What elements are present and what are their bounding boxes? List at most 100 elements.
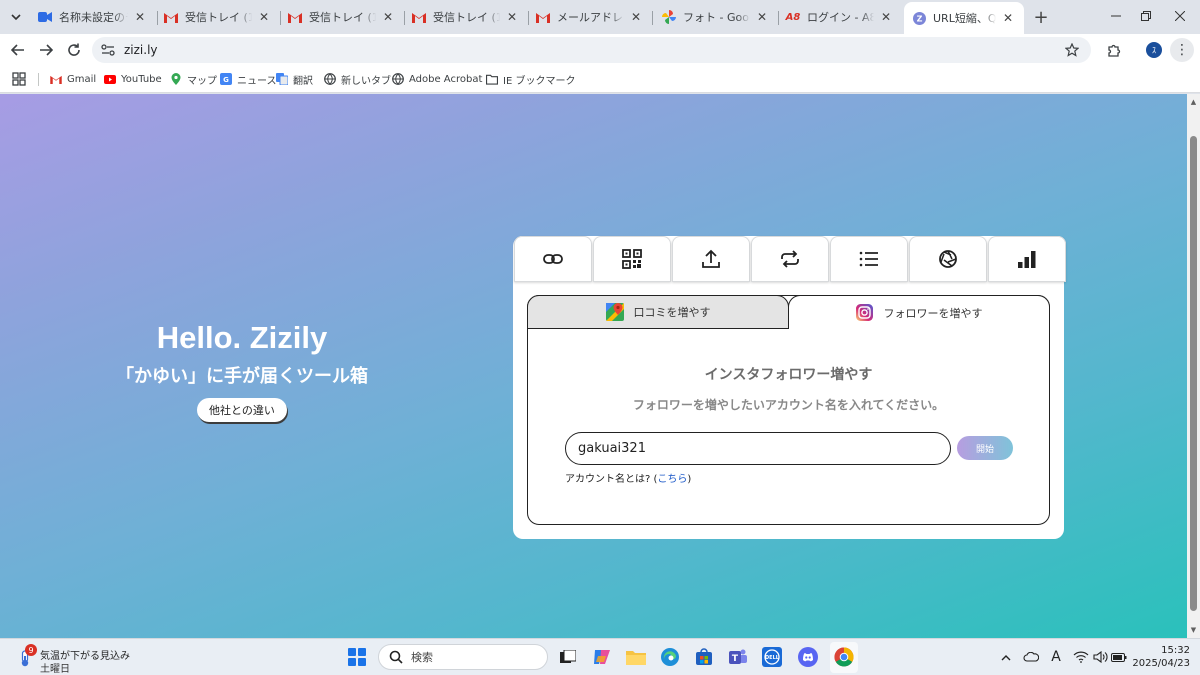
- system-clock[interactable]: 15:32 2025/04/23: [1132, 644, 1190, 670]
- arrow-left-icon: [11, 44, 24, 56]
- minimize-icon: [1111, 15, 1121, 17]
- file-explorer-icon[interactable]: [624, 645, 648, 669]
- weather-day: 土曜日: [40, 664, 70, 675]
- panel-description: フォロワーを増やしたいアカウント名を入れてください。: [632, 398, 945, 412]
- onedrive-icon[interactable]: [1022, 648, 1040, 666]
- tab-list[interactable]: [830, 236, 908, 282]
- link-icon: [543, 254, 563, 264]
- close-icon[interactable]: ✕: [878, 9, 894, 25]
- browser-tab[interactable]: 受信トレイ (10) - g ✕: [404, 4, 528, 30]
- gmail-icon: [536, 10, 550, 24]
- qr-code-icon: [622, 249, 642, 269]
- page-scrollbar[interactable]: ▲ ▼: [1187, 94, 1200, 638]
- back-button[interactable]: [6, 38, 30, 62]
- close-icon[interactable]: ✕: [754, 9, 770, 25]
- browser-tab[interactable]: A8 ログイン - A8セルフ ✕: [778, 4, 902, 30]
- bookmark-label: Adobe Acrobat: [409, 73, 483, 85]
- follower-panel: 口コミを増やす フォロワーを増やす インスタフォロワー増やす フォロワーを増やし…: [527, 295, 1050, 525]
- speaker-icon[interactable]: [1092, 648, 1108, 666]
- windows-start-icon[interactable]: [348, 648, 366, 666]
- hint-link[interactable]: こちら: [657, 474, 687, 485]
- discord-icon[interactable]: [796, 645, 820, 669]
- teams-icon[interactable]: T: [726, 645, 750, 669]
- tab-title: 名称未設定のデザ: [59, 11, 128, 24]
- site-info-icon[interactable]: [100, 42, 116, 58]
- maps-pin-icon: [170, 73, 182, 85]
- start-button[interactable]: 開始: [957, 436, 1013, 460]
- bookmark-label: IE ブックマーク: [503, 75, 576, 87]
- taskbar-search[interactable]: 検索: [378, 644, 548, 670]
- bookmark-ie-folder[interactable]: IE ブックマーク: [486, 70, 575, 88]
- microsoft-store-icon[interactable]: [692, 645, 716, 669]
- tab-repeat[interactable]: [751, 236, 829, 282]
- new-tab-button[interactable]: +: [1030, 6, 1052, 28]
- weather-widget[interactable]: 9 気温が下がる見込み 土曜日: [16, 643, 146, 675]
- tray-overflow-icon[interactable]: [998, 648, 1014, 666]
- tab-increase-reviews[interactable]: 口コミを増やす: [527, 295, 789, 329]
- browser-tab[interactable]: 受信トレイ (1,534 ✕: [156, 4, 280, 30]
- svg-text:DELL: DELL: [765, 655, 780, 661]
- browser-tab[interactable]: フォト - Google フ ✕: [654, 4, 778, 30]
- browser-tab-active[interactable]: Z URL短縮、QRコー ✕: [904, 2, 1024, 34]
- tab-qr-code[interactable]: [593, 236, 671, 282]
- scrollbar-thumb[interactable]: [1190, 136, 1197, 611]
- battery-icon[interactable]: [1111, 648, 1127, 666]
- tab-upload[interactable]: [672, 236, 750, 282]
- copilot-icon[interactable]: [590, 645, 614, 669]
- hero-subtitle: 「かゆい」に手が届くツール箱: [116, 366, 368, 387]
- bookmark-label: 新しいタブ: [341, 75, 391, 87]
- ime-indicator[interactable]: A: [1048, 648, 1064, 666]
- comparison-button[interactable]: 他社との違い: [197, 398, 287, 422]
- browser-tab[interactable]: 名称未設定のデザ ✕: [30, 4, 156, 30]
- tab-increase-followers[interactable]: フォロワーを増やす: [788, 295, 1050, 329]
- tab-title: フォト - Google フ: [683, 11, 750, 24]
- tab-search-button[interactable]: [5, 6, 27, 28]
- close-icon[interactable]: ✕: [504, 9, 520, 25]
- close-window-button[interactable]: [1160, 4, 1200, 28]
- bookmark-gmail[interactable]: Gmail: [50, 70, 96, 88]
- scroll-up-arrow-icon[interactable]: ▲: [1187, 96, 1200, 108]
- bookmark-star-icon[interactable]: [1063, 41, 1081, 59]
- tab-aperture[interactable]: [909, 236, 987, 282]
- close-icon[interactable]: ✕: [380, 9, 396, 25]
- bookmark-youtube[interactable]: YouTube: [104, 70, 162, 88]
- tab-statistics[interactable]: [988, 236, 1066, 282]
- google-maps-icon: [605, 303, 624, 321]
- browser-tab[interactable]: 受信トレイ (1,595 ✕: [280, 4, 404, 30]
- svg-text:G: G: [223, 76, 229, 84]
- bookmark-news[interactable]: G ニュース: [220, 70, 277, 88]
- close-icon[interactable]: ✕: [132, 9, 148, 25]
- tab-title: 受信トレイ (1,595: [309, 11, 376, 24]
- close-icon[interactable]: ✕: [256, 9, 272, 25]
- forward-button[interactable]: [34, 38, 58, 62]
- close-icon[interactable]: ✕: [628, 9, 644, 25]
- bookmark-new-tab[interactable]: 新しいタブ: [324, 70, 391, 88]
- subtab-label: フォロワーを増やす: [883, 306, 983, 320]
- bookmark-maps[interactable]: マップ: [170, 70, 217, 88]
- dell-icon[interactable]: DELL: [760, 645, 784, 669]
- close-icon[interactable]: ✕: [1000, 10, 1016, 26]
- svg-text:Z: Z: [916, 14, 922, 23]
- edge-icon[interactable]: [658, 645, 682, 669]
- extensions-icon[interactable]: [1104, 41, 1124, 61]
- chevron-down-icon: [11, 14, 21, 21]
- chrome-icon[interactable]: [832, 645, 856, 669]
- bookmark-translate[interactable]: 翻訳: [276, 70, 313, 88]
- scroll-down-arrow-icon[interactable]: ▼: [1187, 624, 1200, 636]
- clock-time: 15:32: [1161, 645, 1190, 656]
- address-bar[interactable]: zizi.ly: [92, 37, 1091, 63]
- tab-link-shortener[interactable]: [514, 236, 592, 282]
- bookmark-label: Gmail: [67, 73, 97, 85]
- reload-button[interactable]: [62, 38, 86, 62]
- apps-grid-icon[interactable]: [12, 72, 26, 86]
- browser-tab[interactable]: メールアドレスを認証 ✕: [528, 4, 652, 30]
- arrow-right-icon: [40, 44, 53, 56]
- browser-menu-icon[interactable]: ⋮: [1170, 38, 1194, 62]
- account-name-input[interactable]: gakuai321: [565, 432, 951, 465]
- profile-avatar[interactable]: ｽ: [1146, 42, 1162, 58]
- gmail-icon: [50, 73, 62, 85]
- task-view-icon[interactable]: [556, 645, 580, 669]
- bookmark-adobe-acrobat[interactable]: Adobe Acrobat: [392, 70, 482, 88]
- wifi-icon[interactable]: [1072, 648, 1090, 666]
- bookmarks-bar: Gmail YouTube マップ G ニュース 翻訳 新しいタブ Adobe A…: [0, 66, 1200, 93]
